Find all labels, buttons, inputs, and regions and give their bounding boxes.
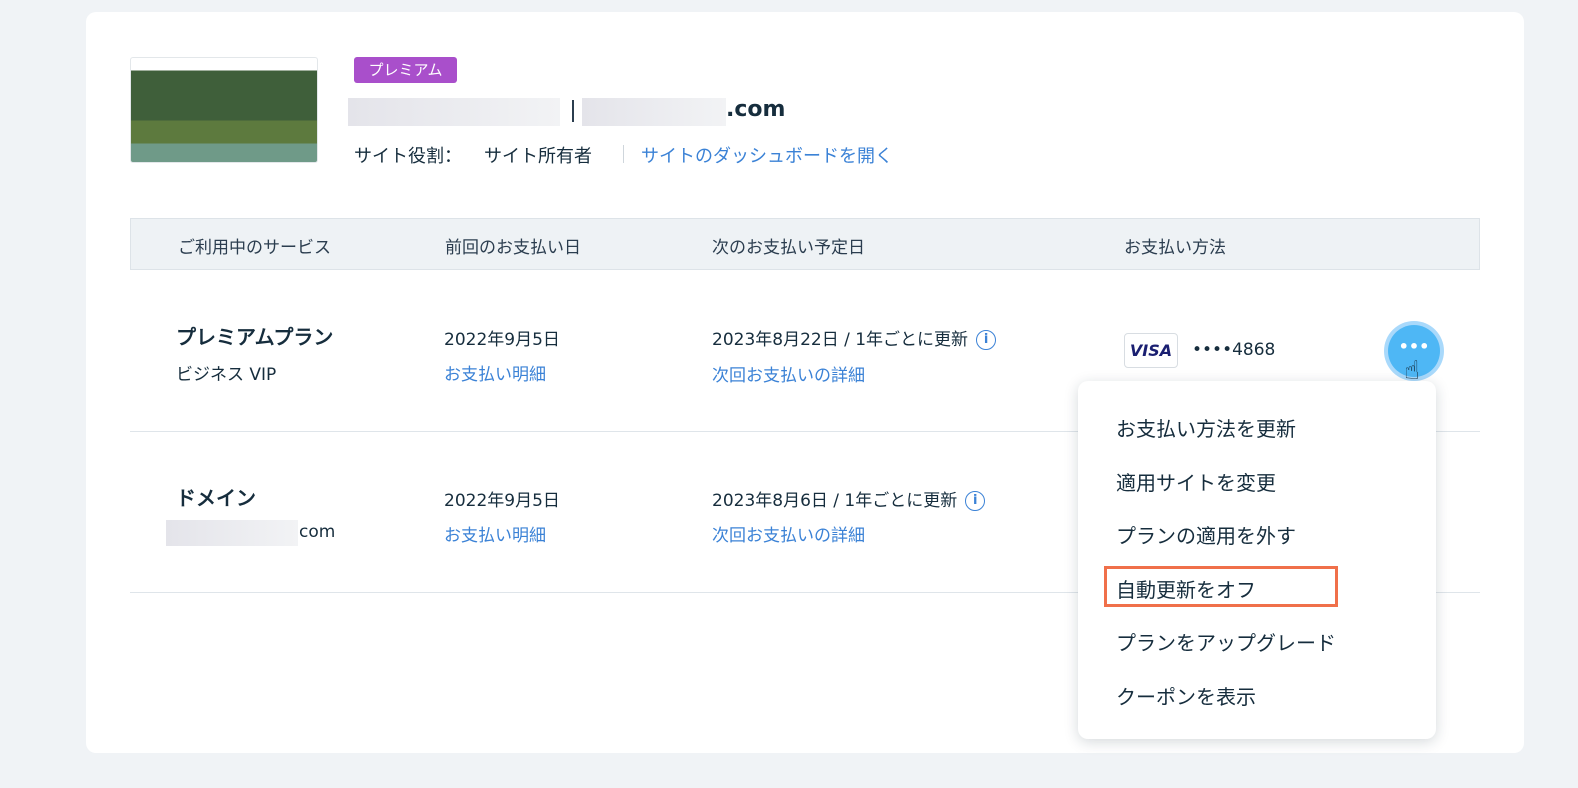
next-payment-details-link[interactable]: 次回お支払いの詳細 bbox=[712, 361, 865, 386]
header-last-payment: 前回のお支払い日 bbox=[445, 238, 581, 258]
redacted-site-name bbox=[348, 98, 560, 126]
menu-item-upgrade-plan[interactable]: プランをアップグレード bbox=[1116, 627, 1336, 656]
next-payment-date: 2023年8月6日 / 1年ごとに更新 bbox=[712, 491, 958, 511]
menu-item-update-payment[interactable]: お支払い方法を更新 bbox=[1116, 413, 1296, 442]
premium-badge: プレミアム bbox=[354, 57, 457, 83]
payment-details-link[interactable]: お支払い明細 bbox=[444, 521, 546, 546]
last-payment-date: 2022年9月5日 bbox=[444, 330, 560, 350]
open-dashboard-link[interactable]: サイトのダッシュボードを開く bbox=[641, 142, 893, 168]
info-icon[interactable]: i bbox=[976, 330, 997, 350]
header-payment-method: お支払い方法 bbox=[1124, 238, 1226, 258]
visa-card-icon: VISA bbox=[1124, 333, 1178, 368]
menu-item-turn-off-auto-renew[interactable]: 自動更新をオフ bbox=[1116, 574, 1256, 603]
menu-item-show-coupon[interactable]: クーポンを表示 bbox=[1116, 681, 1256, 710]
service-name: ドメイン bbox=[176, 486, 256, 510]
redacted-domain bbox=[166, 520, 298, 546]
service-plan: ビジネス VIP bbox=[176, 365, 277, 385]
card-number: ••••4868 bbox=[1192, 340, 1276, 360]
table-header: ご利用中のサービス 前回のお支払い日 次のお支払い予定日 お支払い方法 bbox=[130, 218, 1480, 270]
hand-cursor-icon: ☝ bbox=[1404, 356, 1420, 386]
menu-item-change-site[interactable]: 適用サイトを変更 bbox=[1116, 467, 1276, 496]
divider bbox=[572, 100, 574, 122]
header-service: ご利用中のサービス bbox=[178, 238, 331, 258]
site-thumbnail[interactable] bbox=[130, 57, 318, 163]
menu-item-unassign-plan[interactable]: プランの適用を外す bbox=[1116, 520, 1296, 549]
domain-suffix: .com bbox=[726, 97, 786, 122]
domain-tld: com bbox=[299, 522, 336, 542]
info-icon[interactable]: i bbox=[965, 491, 986, 511]
site-role-label: サイト役割： bbox=[354, 146, 462, 167]
redacted-domain bbox=[582, 98, 726, 126]
actions-menu: お支払い方法を更新 適用サイトを変更 プランの適用を外す 自動更新をオフ プラン… bbox=[1078, 381, 1436, 739]
site-role-value: サイト所有者 bbox=[484, 146, 592, 167]
next-payment-date: 2023年8月22日 / 1年ごとに更新 bbox=[712, 330, 969, 350]
header-next-payment: 次のお支払い予定日 bbox=[712, 238, 865, 258]
service-name: プレミアムプラン bbox=[176, 325, 334, 349]
divider bbox=[623, 145, 624, 163]
next-payment-details-link[interactable]: 次回お支払いの詳細 bbox=[712, 521, 865, 546]
last-payment-date: 2022年9月5日 bbox=[444, 491, 560, 511]
payment-details-link[interactable]: お支払い明細 bbox=[444, 360, 546, 385]
